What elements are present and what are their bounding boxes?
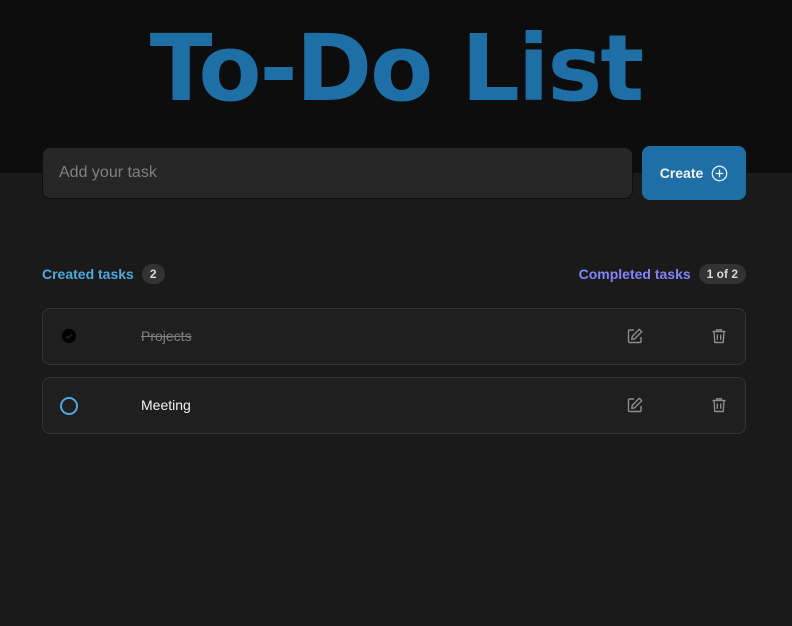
trash-icon (712, 398, 726, 413)
edit-task-button[interactable] (625, 326, 645, 346)
edit-task-button[interactable] (625, 395, 645, 415)
task-text: Projects (141, 328, 192, 344)
create-button-label: Create (659, 165, 704, 181)
delete-task-button[interactable] (709, 326, 729, 346)
completed-tasks-info: Completed tasks 1 of 2 (579, 263, 746, 285)
task-input[interactable] (42, 147, 633, 199)
completed-tasks-label: Completed tasks (578, 266, 691, 282)
created-tasks-count: 2 (141, 264, 165, 284)
task-checkbox-checked[interactable] (62, 329, 76, 343)
task-checkbox-unchecked[interactable] (60, 397, 78, 415)
trash-icon (712, 329, 726, 344)
create-button[interactable]: Create (642, 146, 746, 200)
check-icon (65, 333, 73, 340)
plus-circle-icon (711, 165, 728, 181)
created-tasks-info: Created tasks 2 (42, 263, 165, 285)
task-item: Meeting (42, 377, 746, 434)
delete-task-button[interactable] (709, 395, 729, 415)
pencil-square-icon (627, 328, 643, 344)
created-tasks-label: Created tasks (42, 266, 134, 282)
page-title: To-Do List (149, 15, 644, 122)
task-item: Projects (42, 308, 746, 365)
pencil-square-icon (627, 397, 643, 413)
task-text: Meeting (141, 397, 191, 413)
completed-tasks-count: 1 of 2 (698, 264, 746, 284)
